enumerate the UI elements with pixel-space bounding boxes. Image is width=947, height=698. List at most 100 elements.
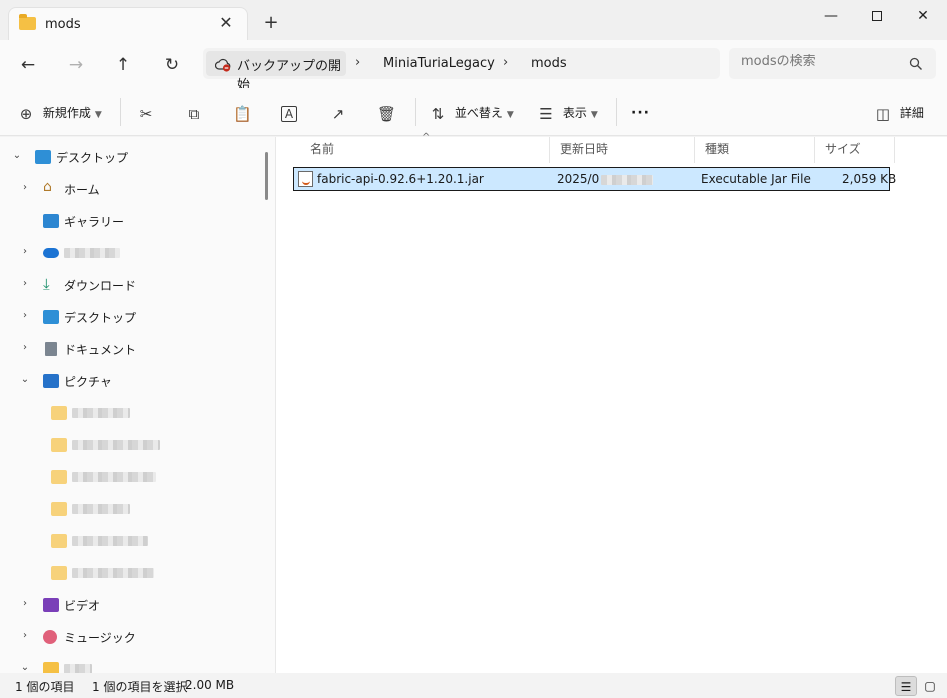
plus-circle-icon: ⊕	[19, 104, 33, 123]
large-icons-view-button[interactable]: ▢	[919, 676, 941, 696]
sidebar-item-redacted-folder[interactable]	[0, 430, 262, 460]
cloud-backup-icon	[215, 58, 231, 72]
redacted-folder-name	[72, 565, 154, 579]
more-button[interactable]: ···	[631, 101, 650, 125]
sidebar-scrollbar[interactable]	[265, 152, 268, 200]
redacted-folder-name	[72, 405, 130, 419]
redacted-folder-name	[72, 501, 130, 515]
file-name: fabric-api-0.92.6+1.20.1.jar	[317, 172, 484, 186]
details-button[interactable]: ◫ 詳細	[874, 101, 924, 125]
tile-view-icon: ▢	[924, 679, 936, 693]
chevron-right-icon[interactable]: ›	[355, 55, 360, 70]
maximize-button[interactable]	[854, 2, 900, 30]
home-icon: ⌂	[43, 179, 52, 195]
sidebar-item-redacted-folder[interactable]	[0, 526, 262, 556]
chevron-down-icon: ▼	[590, 110, 598, 120]
breadcrumb-miniaturialegacy[interactable]: MiniaTuriaLegacy	[383, 56, 495, 71]
address-bar[interactable]: バックアップの開始 › MiniaTuriaLegacy › mods	[203, 48, 720, 93]
sidebar-item-videos[interactable]: › ビデオ	[0, 590, 262, 620]
column-header-size[interactable]: サイズ	[815, 137, 895, 163]
list-view-icon: ☰	[900, 680, 912, 694]
folder-icon	[51, 566, 67, 580]
backup-button[interactable]: バックアップの開始	[206, 51, 346, 93]
sidebar-item-gallery[interactable]: ギャラリー	[0, 206, 262, 236]
chevron-right-icon[interactable]: ›	[19, 246, 31, 257]
sidebar-item-desktop[interactable]: › デスクトップ	[0, 302, 262, 332]
paste-button[interactable]: 📋	[233, 101, 252, 125]
back-button[interactable]: ←	[15, 52, 41, 78]
divider	[616, 98, 617, 126]
details-view-button[interactable]: ☰	[895, 676, 917, 696]
sidebar-item-label: ギャラリー	[64, 215, 125, 229]
breadcrumb-mods[interactable]: mods	[531, 56, 567, 71]
sort-button[interactable]: ⇅ 並べ替え ▼	[429, 101, 514, 125]
close-window-button[interactable]: ✕	[900, 2, 946, 30]
sidebar-item-desktop-root[interactable]: ⌄ デスクトップ	[0, 142, 262, 172]
up-button[interactable]: ↑	[110, 52, 136, 78]
redacted-folder-name	[72, 533, 148, 547]
sidebar-item-redacted-folder[interactable]	[0, 558, 262, 588]
redacted-folder-name	[72, 437, 160, 451]
column-header-modified[interactable]: 更新日時	[550, 137, 695, 163]
sidebar-item-redacted-folder[interactable]	[0, 398, 262, 428]
share-button[interactable]: ↗	[329, 101, 347, 125]
chevron-right-icon[interactable]: ›	[19, 182, 31, 193]
file-list: ^ 名前 更新日時 種類 サイズ fabric-api-0.92.6+1.20.…	[276, 132, 947, 673]
folder-icon	[19, 14, 36, 30]
sidebar-item-downloads[interactable]: › ⤓ ダウンロード	[0, 270, 262, 300]
chevron-right-icon[interactable]: ›	[19, 342, 31, 353]
search-box[interactable]	[729, 48, 936, 79]
title-bar: mods ✕ + — ✕	[0, 0, 947, 40]
chevron-down-icon[interactable]: ⌄	[19, 662, 31, 673]
sidebar-item-redacted-drive[interactable]: ⌄	[0, 654, 262, 673]
view-label: 表示	[562, 106, 587, 120]
tab-title: mods	[45, 17, 81, 32]
search-input[interactable]	[741, 54, 901, 69]
sidebar-item-onedrive[interactable]: ›	[0, 238, 262, 268]
file-modified: 2025/0	[557, 172, 654, 186]
chevron-right-icon[interactable]: ›	[19, 278, 31, 289]
sidebar-item-redacted-folder[interactable]	[0, 462, 262, 492]
sidebar-item-music[interactable]: › ミュージック	[0, 622, 262, 652]
folder-icon	[43, 662, 59, 673]
new-tab-button[interactable]: +	[260, 12, 282, 34]
address-row: ← → ↑ ↻ バックアップの開始 › MiniaTuriaLegacy › m…	[0, 40, 947, 93]
sort-label: 並べ替え	[454, 106, 503, 120]
command-bar: ⊕ 新規作成 ▼ ✂ ⧉ 📋 A ↗ 🗑 ⇅ 並べ替え ▼ ☰ 表示 ▼ ··· ◫ …	[0, 88, 947, 136]
refresh-button[interactable]: ↻	[159, 52, 185, 78]
chevron-right-icon[interactable]: ›	[19, 630, 31, 641]
new-button[interactable]: ⊕ 新規作成 ▼	[17, 101, 102, 125]
rename-button[interactable]: A	[281, 101, 297, 125]
sidebar-item-pictures[interactable]: ⌄ ピクチャ	[0, 366, 262, 396]
item-count: 1 個の項目	[15, 680, 75, 694]
copy-button[interactable]: ⧉	[185, 101, 203, 125]
folder-icon	[51, 502, 67, 516]
delete-button[interactable]: 🗑	[377, 101, 396, 125]
chevron-right-icon[interactable]: ›	[19, 310, 31, 321]
chevron-down-icon[interactable]: ⌄	[19, 374, 31, 385]
file-size: 2,059 KB	[842, 172, 897, 186]
tab-close-button[interactable]: ✕	[215, 12, 237, 34]
desktop-icon	[43, 310, 59, 324]
chevron-down-icon[interactable]: ⌄	[11, 150, 23, 161]
folder-icon	[51, 534, 67, 548]
forward-button[interactable]: →	[63, 52, 89, 78]
file-row[interactable]: fabric-api-0.92.6+1.20.1.jar 2025/0 Exec…	[293, 167, 896, 191]
cut-button[interactable]: ✂	[137, 101, 155, 125]
redacted-folder-name	[72, 469, 156, 483]
sidebar-item-documents[interactable]: › ドキュメント	[0, 334, 262, 364]
column-header-type[interactable]: 種類	[695, 137, 815, 163]
sidebar-item-home[interactable]: › ⌂ ホーム	[0, 174, 262, 204]
chevron-right-icon[interactable]: ›	[19, 598, 31, 609]
sidebar-item-redacted-folder[interactable]	[0, 494, 262, 524]
folder-icon	[51, 406, 67, 420]
column-header-name[interactable]: 名前	[300, 137, 550, 163]
new-label: 新規作成	[42, 106, 91, 120]
sidebar-item-label: ダウンロード	[64, 279, 137, 293]
tab-mods[interactable]: mods ✕	[8, 7, 248, 40]
view-button[interactable]: ☰ 表示 ▼	[537, 101, 598, 125]
status-bar: 1 個の項目 1 個の項目を選択 2.00 MB ☰ ▢	[0, 673, 947, 698]
chevron-right-icon[interactable]: ›	[503, 55, 508, 70]
minimize-button[interactable]: —	[808, 2, 854, 30]
sidebar-item-label: ドキュメント	[64, 343, 137, 357]
